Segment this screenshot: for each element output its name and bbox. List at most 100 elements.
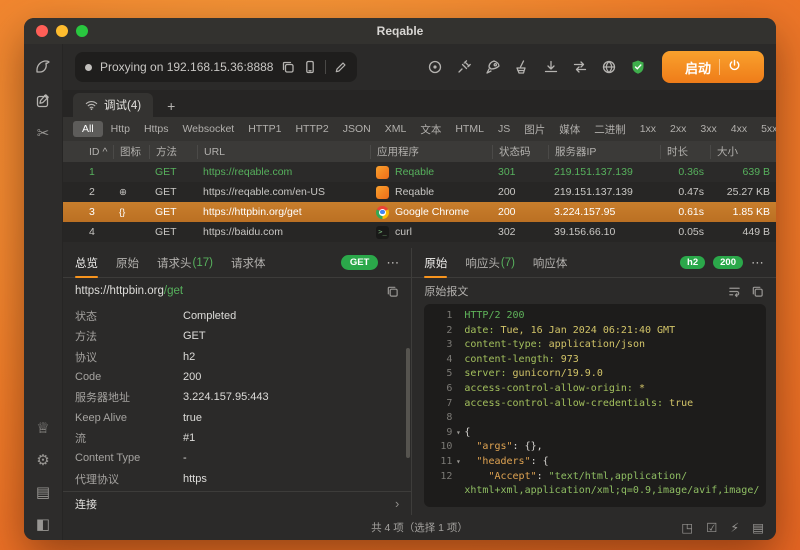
cell-size: 1.85 KB xyxy=(710,206,776,218)
code-line: 12 "Accept": "text/html,application/ xyxy=(428,470,758,485)
table-row[interactable]: 1 GET https://reqable.com Reqable 301 21… xyxy=(63,162,776,182)
col-ip[interactable]: 服务器IP xyxy=(548,145,660,159)
col-url[interactable]: URL xyxy=(197,145,370,159)
plugin-icon[interactable] xyxy=(456,59,472,75)
response-panel: 原始 响应头(7) 响应体 h2 200 ⋯ xyxy=(412,248,776,515)
tab-debug-session[interactable]: 调试(4) xyxy=(73,93,153,117)
fold-arrow-icon[interactable]: ▾ xyxy=(452,455,464,470)
cell-id: 4 xyxy=(83,226,113,238)
crown-icon[interactable]: ♕ xyxy=(36,421,49,436)
tab-response-body[interactable]: 响应体 xyxy=(533,248,568,277)
filter-chip-1xx[interactable]: 1xx xyxy=(634,121,662,137)
minimize-window-button[interactable] xyxy=(56,25,68,37)
request-tabs: 总览 原始 请求头(17) 请求体 GET ⋯ xyxy=(63,248,411,278)
code-line: 10 "args": {}, xyxy=(428,440,758,455)
console-icon[interactable]: ▤ xyxy=(752,520,764,535)
start-button[interactable]: 启动 xyxy=(662,51,764,83)
col-time[interactable]: 时长 xyxy=(660,145,710,159)
proxy-address-pill[interactable]: Proxying on 192.168.15.36:8888 xyxy=(75,52,357,82)
filter-chip-2xx[interactable]: 2xx xyxy=(664,121,692,137)
clear-sessions-icon[interactable] xyxy=(514,59,530,75)
filter-chip-text[interactable]: 文本 xyxy=(414,120,447,139)
network-icon[interactable] xyxy=(601,59,617,75)
filter-chip-xml[interactable]: XML xyxy=(379,121,413,137)
tab-request-raw[interactable]: 原始 xyxy=(116,248,139,277)
filter-chip-http[interactable]: Http xyxy=(105,121,136,137)
toolbar: Proxying on 192.168.15.36:8888 xyxy=(63,44,776,90)
filter-chip-js[interactable]: JS xyxy=(492,121,516,137)
col-method[interactable]: 方法 xyxy=(149,145,197,159)
filter-chip-5xx[interactable]: 5xx xyxy=(755,121,776,137)
panel-toggle-icon[interactable]: ◧ xyxy=(36,517,50,532)
flash-icon[interactable]: ⚡ xyxy=(730,520,739,535)
cell-method: GET xyxy=(149,206,197,218)
more-options-icon[interactable]: ⋯ xyxy=(386,255,399,271)
filter-chip-all[interactable]: All xyxy=(73,121,103,137)
filter-chip-json[interactable]: JSON xyxy=(337,121,377,137)
add-session-button[interactable]: + xyxy=(163,98,179,117)
reqable-logo-icon[interactable] xyxy=(33,56,53,76)
request-url-base: https://httpbin.org xyxy=(75,285,164,297)
import-export-icon[interactable] xyxy=(572,59,588,75)
col-icon[interactable]: 图标 xyxy=(113,145,149,159)
filter-chip-html[interactable]: HTML xyxy=(449,121,490,137)
power-icon[interactable] xyxy=(728,59,741,75)
cell-ip: 39.156.66.10 xyxy=(548,226,660,238)
protocol-badge: h2 xyxy=(680,256,705,269)
tab-request-body[interactable]: 请求体 xyxy=(231,248,266,277)
tab-response-headers[interactable]: 响应头(7) xyxy=(465,248,515,277)
tab-response-raw[interactable]: 原始 xyxy=(424,248,447,277)
filter-chip-websocket[interactable]: Websocket xyxy=(176,121,240,137)
filter-chip-http2[interactable]: HTTP2 xyxy=(289,121,334,137)
copy-url-icon[interactable] xyxy=(386,285,399,298)
start-button-label: 启动 xyxy=(685,58,711,77)
cell-time: 0.05s xyxy=(660,226,710,238)
ssl-shield-icon[interactable] xyxy=(630,59,646,75)
zoom-window-button[interactable] xyxy=(76,25,88,37)
book-icon[interactable]: ▤ xyxy=(36,485,50,500)
col-size[interactable]: 大小 xyxy=(710,145,776,159)
table-row[interactable]: 2 ⊕ GET https://reqable.com/en-US Reqabl… xyxy=(63,182,776,202)
copy-proxy-icon[interactable] xyxy=(281,60,295,74)
table-header: ID ^ 图标 方法 URL 应用程序 状态码 服务器IP 时长 大小 xyxy=(63,141,776,162)
tab-overview[interactable]: 总览 xyxy=(75,248,98,277)
gear-icon[interactable]: ⚙ xyxy=(36,453,49,468)
compose-icon[interactable] xyxy=(35,93,51,109)
wrap-lines-icon[interactable] xyxy=(728,285,741,298)
cell-url: https://httpbin.org/get xyxy=(197,206,370,218)
code-line: 5server: gunicorn/19.9.0 xyxy=(428,367,758,382)
raw-response-view[interactable]: 1HTTP/2 200 2date: Tue, 16 Jan 2024 06:2… xyxy=(424,304,766,507)
copy-raw-icon[interactable] xyxy=(751,285,764,298)
more-options-icon[interactable]: ⋯ xyxy=(751,255,764,271)
filter-chip-http1[interactable]: HTTP1 xyxy=(242,121,287,137)
filter-chip-image[interactable]: 图片 xyxy=(518,120,551,139)
filter-chip-4xx[interactable]: 4xx xyxy=(725,121,753,137)
col-app[interactable]: 应用程序 xyxy=(370,145,492,159)
filter-chip-https[interactable]: Https xyxy=(138,121,175,137)
col-id[interactable]: ID ^ xyxy=(83,145,113,159)
edit-proxy-icon[interactable] xyxy=(334,61,347,74)
cell-app: Reqable xyxy=(395,186,434,198)
filter-bar: All Http Https Websocket HTTP1 HTTP2 JSO… xyxy=(63,117,776,141)
scrollbar-thumb[interactable] xyxy=(406,348,410,458)
connection-expander[interactable]: 连接 › xyxy=(63,491,411,515)
filter-chip-binary[interactable]: 二进制 xyxy=(588,120,632,139)
table-row[interactable]: 4 GET https://baidu.com curl 302 39.156.… xyxy=(63,222,776,242)
field-row: Keep Alivetrue xyxy=(63,408,411,428)
filter-chip-media[interactable]: 媒体 xyxy=(553,120,586,139)
raw-message-row: 原始报文 xyxy=(412,278,776,304)
table-row-selected[interactable]: 3 {} GET https://httpbin.org/get Google … xyxy=(63,202,776,222)
fold-arrow-icon[interactable]: ▾ xyxy=(452,426,464,441)
checklist-icon[interactable]: ☑ xyxy=(706,520,717,535)
debug-target-icon[interactable] xyxy=(427,59,443,75)
globe-type-icon: ⊕ xyxy=(113,187,149,198)
layout-icon[interactable]: ◳ xyxy=(681,520,693,535)
phone-mirror-icon[interactable] xyxy=(303,60,317,74)
scissors-icon[interactable]: ✂ xyxy=(37,126,50,141)
tab-request-headers[interactable]: 请求头(17) xyxy=(157,248,213,277)
rocket-icon[interactable] xyxy=(485,59,501,75)
col-status[interactable]: 状态码 xyxy=(492,145,548,159)
download-icon[interactable] xyxy=(543,59,559,75)
filter-chip-3xx[interactable]: 3xx xyxy=(694,121,722,137)
close-window-button[interactable] xyxy=(36,25,48,37)
